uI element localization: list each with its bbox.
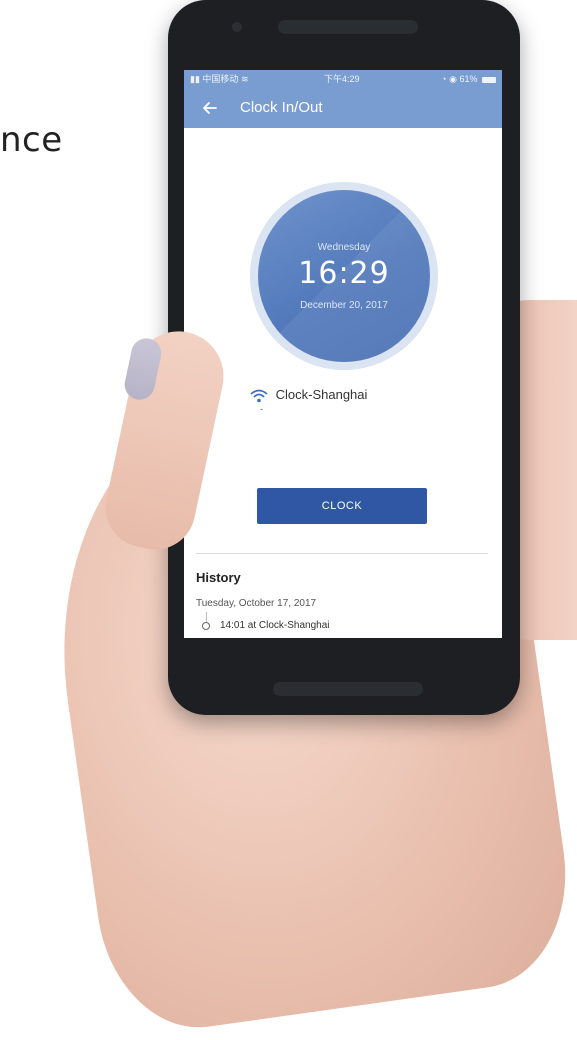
wifi-icon (250, 389, 268, 403)
status-carrier: ▮▮ 中国移动 ≋ (190, 70, 249, 88)
alarm-icon: ◔ ◉ (441, 74, 457, 84)
wifi-network-sub: - (260, 404, 263, 414)
history-title: History (196, 570, 241, 585)
phone-camera (232, 22, 242, 32)
app-bar: Clock In/Out (184, 88, 502, 128)
wifi-status-icon: ≋ (240, 74, 249, 84)
status-time: 下午4:29 (324, 74, 360, 84)
phone-device: ▮▮ 中国移动 ≋ 下午4:29 ◔ ◉ 61% Clock In/Out We… (168, 0, 520, 715)
wifi-network-name: Clock-Shanghai (275, 387, 368, 402)
carrier-label: 中国移动 (202, 74, 239, 84)
page-title: Clock In/Out (240, 99, 323, 116)
history-timeline-line (206, 612, 207, 622)
clock-time: 16:29 (298, 256, 390, 291)
signal-icon: ▮▮ (190, 74, 200, 84)
clock-face: Wednesday 16:29 December 20, 2017 (258, 190, 430, 362)
clock-date: December 20, 2017 (300, 300, 388, 311)
phone-screen: ▮▮ 中国移动 ≋ 下午4:29 ◔ ◉ 61% Clock In/Out We… (184, 70, 502, 638)
phone-speaker-top (278, 20, 418, 34)
battery-percent: 61% (459, 74, 478, 84)
status-bar: ▮▮ 中国移动 ≋ 下午4:29 ◔ ◉ 61% (184, 70, 502, 88)
background-heading-fragment: nce (0, 120, 63, 160)
wifi-network-row: Clock-Shanghai (250, 386, 367, 404)
arrow-left-icon[interactable] (198, 96, 222, 120)
history-date: Tuesday, October 17, 2017 (196, 598, 317, 609)
clock-weekday: Wednesday (317, 242, 371, 253)
clock-button[interactable]: CLOCK (257, 488, 427, 524)
phone-speaker-bottom (273, 682, 423, 696)
battery-icon (482, 76, 496, 83)
history-timeline-dot (202, 622, 210, 630)
divider (196, 553, 488, 554)
history-entry[interactable]: 14:01 at Clock-Shanghai (220, 620, 330, 631)
status-right: ◔ ◉ 61% (441, 70, 496, 88)
